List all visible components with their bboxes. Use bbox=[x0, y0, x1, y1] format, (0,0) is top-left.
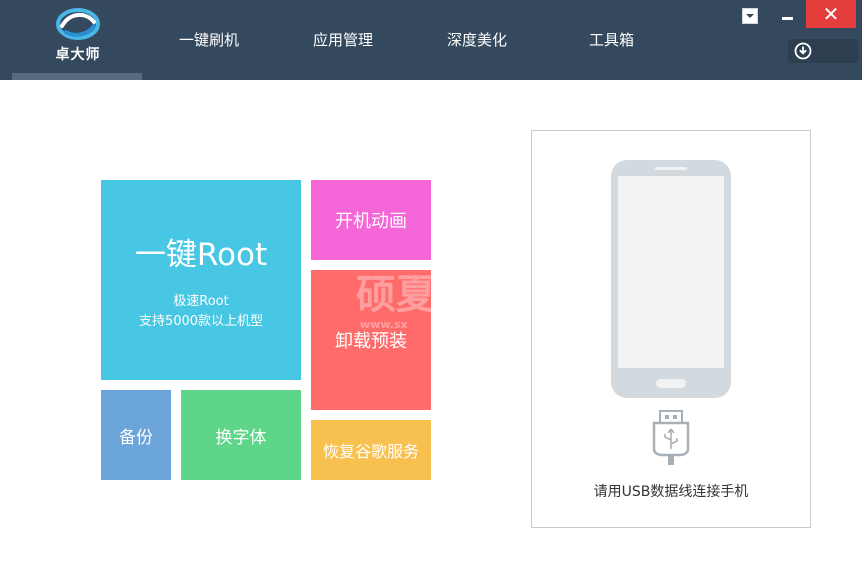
boot-animation-tile[interactable]: 开机动画 bbox=[311, 180, 431, 260]
uninstall-preinstalled-tile[interactable]: 卸载预装 bbox=[311, 270, 431, 410]
backup-label: 备份 bbox=[119, 427, 153, 448]
nav-deep-beautify[interactable]: 深度美化 bbox=[447, 0, 507, 80]
close-icon[interactable]: ✕ bbox=[806, 0, 856, 28]
root-title: 一键Root bbox=[134, 236, 268, 273]
boot-animation-label: 开机动画 bbox=[335, 211, 407, 232]
nav-one-click-flash[interactable]: 一键刷机 bbox=[179, 0, 239, 80]
logo-cloud-icon bbox=[56, 8, 100, 40]
root-subtitle-2: 支持5000款以上机型 bbox=[138, 313, 264, 329]
one-click-root-tile[interactable]: 一键Root 极速Root 支持5000款以上机型 bbox=[101, 180, 301, 380]
download-manager-button[interactable] bbox=[788, 39, 858, 63]
phone-icon bbox=[611, 160, 731, 398]
dropdown-menu-icon[interactable] bbox=[742, 8, 758, 24]
device-connection-panel: 请用USB数据线连接手机 bbox=[531, 130, 811, 528]
change-font-label: 换字体 bbox=[215, 427, 267, 448]
restore-google-services-label: 恢复谷歌服务 bbox=[322, 442, 419, 461]
app-logo-text: 卓大师 bbox=[55, 47, 101, 63]
usb-icon bbox=[652, 410, 690, 465]
active-tab-indicator bbox=[12, 73, 142, 80]
uninstall-preinstalled-label: 卸载预装 bbox=[335, 331, 407, 352]
nav-app-management[interactable]: 应用管理 bbox=[313, 0, 373, 80]
backup-tile[interactable]: 备份 bbox=[101, 390, 171, 480]
nav-toolbox[interactable]: 工具箱 bbox=[589, 0, 634, 80]
root-subtitle-1: 极速Root bbox=[173, 293, 229, 309]
download-icon bbox=[794, 42, 812, 60]
change-font-tile[interactable]: 换字体 bbox=[181, 390, 301, 480]
app-logo[interactable]: 卓大师 bbox=[36, 4, 120, 72]
title-bar: 卓大师 一键刷机 应用管理 深度美化 工具箱 ✕ bbox=[0, 0, 862, 80]
minimize-icon[interactable] bbox=[778, 8, 798, 24]
restore-google-services-tile[interactable]: 恢复谷歌服务 bbox=[311, 420, 431, 480]
usb-connect-hint: 请用USB数据线连接手机 bbox=[593, 484, 749, 500]
